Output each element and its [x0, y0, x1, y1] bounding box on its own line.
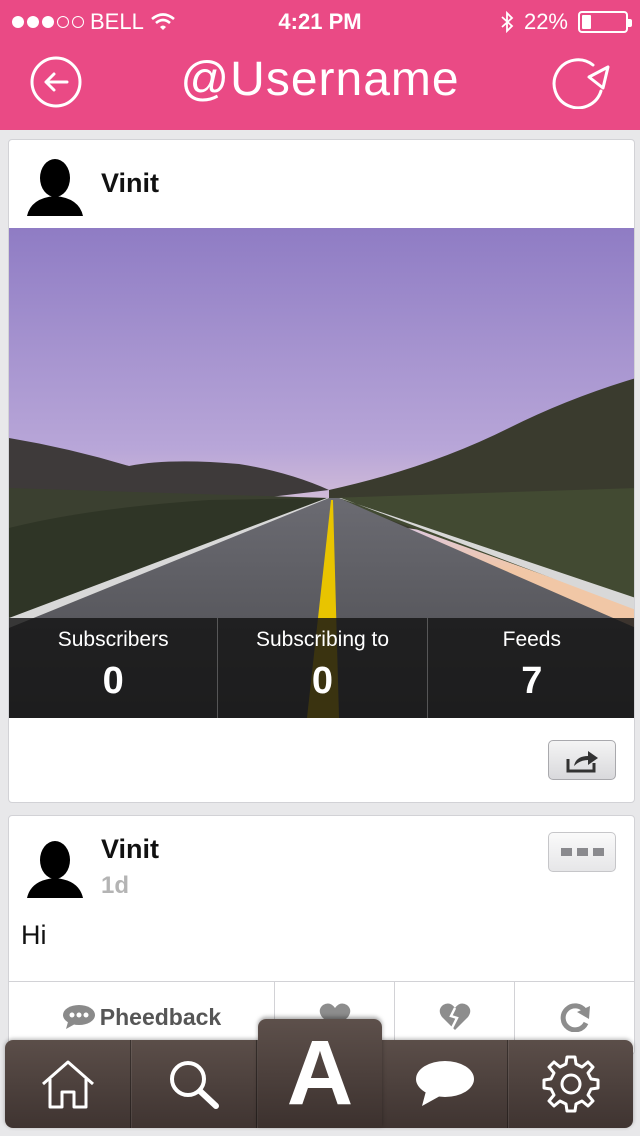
profile-card: Vinit Subscribers 0 Subscribing to 0 Fee… [8, 139, 635, 803]
repost-icon [560, 1003, 590, 1032]
tab-settings[interactable] [508, 1040, 633, 1128]
tab-search[interactable] [131, 1040, 257, 1128]
tab-bar: A [5, 1019, 633, 1128]
tab-center-wrap: A [257, 1019, 382, 1128]
stat-value: 0 [102, 660, 124, 702]
share-button[interactable] [548, 740, 616, 780]
broken-heart-icon [439, 1003, 471, 1030]
search-icon [169, 1061, 219, 1109]
status-bar: BELL 4:21 PM 22% [0, 0, 640, 44]
tab-home[interactable] [5, 1040, 131, 1128]
tab-messages[interactable] [382, 1040, 508, 1128]
post-timestamp: 1d [101, 872, 130, 899]
home-icon [41, 1060, 94, 1109]
avatar[interactable] [27, 838, 83, 898]
stat-label: Feeds [502, 628, 561, 651]
refresh-button[interactable] [551, 55, 611, 110]
page-title: @Username [180, 53, 460, 106]
chat-bubble-icon [415, 1061, 474, 1106]
stat-subscribers[interactable]: Subscribers 0 [9, 618, 219, 718]
post-user-name[interactable]: Vinit [101, 834, 159, 865]
stat-value: 7 [521, 660, 543, 702]
share-icon [566, 751, 598, 773]
header: BELL 4:21 PM 22% @Username [0, 0, 640, 130]
stat-subscribing[interactable]: Subscribing to 0 [218, 618, 428, 718]
tab-center-a[interactable]: A [258, 1019, 382, 1128]
profile-user-name[interactable]: Vinit [101, 168, 159, 199]
bluetooth-icon [501, 10, 514, 34]
battery-icon [578, 11, 632, 33]
profile-cover-photo: Subscribers 0 Subscribing to 0 Feeds 7 [9, 228, 634, 718]
avatar[interactable] [27, 156, 83, 216]
stat-feeds[interactable]: Feeds 7 [428, 618, 634, 718]
gear-icon [542, 1055, 599, 1113]
more-options-button[interactable] [548, 832, 616, 872]
refresh-icon [552, 58, 610, 110]
post-text: Hi [21, 920, 47, 950]
stat-label: Subscribers [57, 628, 169, 651]
stat-label: Subscribing to [255, 628, 390, 651]
speech-bubble-icon [62, 1005, 95, 1029]
stat-value: 0 [311, 660, 334, 702]
profile-stats: Subscribers 0 Subscribing to 0 Feeds 7 [9, 618, 634, 718]
battery-percent: 22% [523, 9, 568, 34]
